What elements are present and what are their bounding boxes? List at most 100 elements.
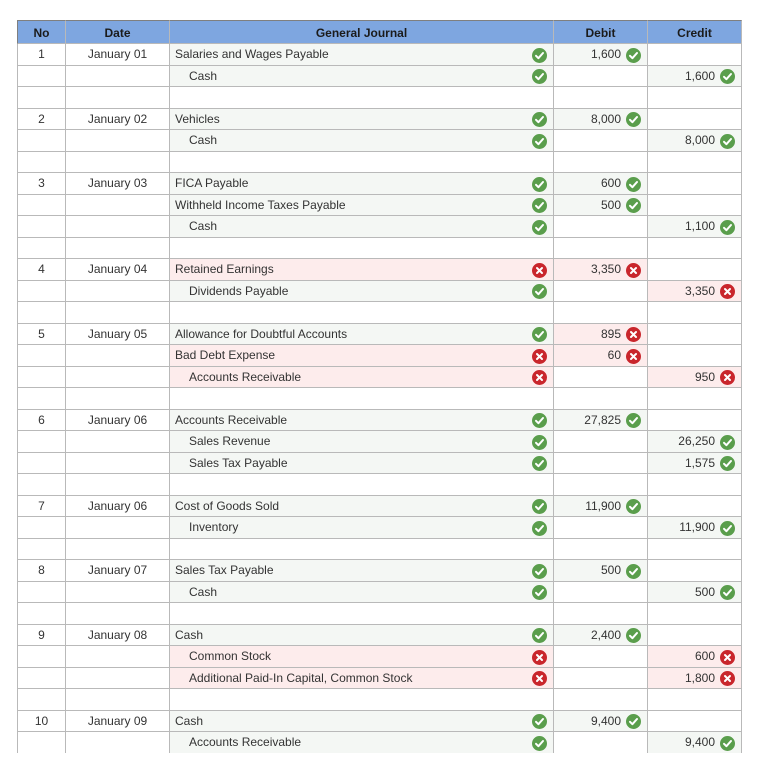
debit-input[interactable] (554, 452, 648, 474)
debit-input[interactable] (554, 216, 648, 238)
account-select[interactable]: Cost of Goods Sold (170, 495, 554, 517)
check-icon (532, 219, 547, 235)
account-select[interactable]: Sales Revenue (170, 431, 554, 453)
account-select[interactable]: Accounts Receivable (170, 366, 554, 388)
credit-input[interactable] (648, 108, 742, 130)
account-select[interactable]: Accounts Receivable (170, 409, 554, 431)
blank-cell (17, 87, 66, 109)
blank-credit-cell[interactable] (648, 151, 742, 173)
account-select[interactable]: Accounts Receivable (170, 732, 554, 753)
entry-date: January 09 (66, 710, 170, 732)
check-icon (532, 47, 547, 63)
blank-credit-cell[interactable] (648, 538, 742, 560)
blank-account-cell[interactable] (170, 388, 554, 410)
blank-credit-cell[interactable] (648, 689, 742, 711)
account-select[interactable]: Sales Tax Payable (170, 560, 554, 582)
account-select[interactable]: Cash (170, 130, 554, 152)
credit-input[interactable] (648, 409, 742, 431)
check-icon (532, 112, 547, 127)
account-select[interactable]: Vehicles (170, 108, 554, 130)
blank-credit-cell[interactable] (648, 237, 742, 259)
check-icon (532, 714, 547, 729)
blank-account-cell[interactable] (170, 87, 554, 109)
blank-account-cell[interactable] (170, 237, 554, 259)
debit-input[interactable] (554, 732, 648, 753)
blank-credit-cell[interactable] (648, 388, 742, 410)
account-select[interactable]: Salaries and Wages Payable (170, 44, 554, 66)
blank-account-cell[interactable] (170, 474, 554, 496)
blank-account-cell[interactable] (170, 538, 554, 560)
account-select[interactable]: Sales Tax Payable (170, 452, 554, 474)
blank-account-cell[interactable] (170, 302, 554, 324)
blank-debit-cell[interactable] (554, 237, 648, 259)
blank-debit-cell[interactable] (554, 388, 648, 410)
credit-input[interactable] (648, 345, 742, 367)
blank-cell (17, 474, 66, 496)
credit-input[interactable] (648, 495, 742, 517)
credit-input[interactable] (648, 710, 742, 732)
credit-input[interactable] (648, 44, 742, 66)
blank-cell (17, 388, 66, 410)
debit-input[interactable] (554, 130, 648, 152)
entry-date: January 01 (66, 44, 170, 66)
account-select[interactable]: Bad Debt Expense (170, 345, 554, 367)
blank-credit-cell[interactable] (648, 474, 742, 496)
credit-input[interactable] (648, 560, 742, 582)
blank-debit-cell[interactable] (554, 538, 648, 560)
blank-debit-cell[interactable] (554, 474, 648, 496)
blank-account-cell[interactable] (170, 689, 554, 711)
credit-input[interactable] (648, 624, 742, 646)
entry-number (17, 452, 66, 474)
account-select[interactable]: Cash (170, 216, 554, 238)
column-header-date: Date (66, 20, 170, 44)
blank-cell (17, 151, 66, 173)
blank-credit-cell[interactable] (648, 302, 742, 324)
debit-input[interactable] (554, 667, 648, 689)
x-icon (532, 370, 547, 385)
account-select[interactable]: Common Stock (170, 646, 554, 668)
account-select[interactable]: Inventory (170, 517, 554, 539)
check-icon (626, 714, 641, 729)
account-select[interactable]: Cash (170, 710, 554, 732)
debit-input[interactable] (554, 581, 648, 603)
credit-input[interactable] (648, 173, 742, 195)
entry-date: January 07 (66, 560, 170, 582)
debit-input[interactable] (554, 646, 648, 668)
debit-input[interactable] (554, 280, 648, 302)
account-select[interactable]: Withheld Income Taxes Payable (170, 194, 554, 216)
account-select[interactable]: Retained Earnings (170, 259, 554, 281)
entry-number (17, 345, 66, 367)
debit-input[interactable] (554, 517, 648, 539)
check-icon (626, 112, 641, 127)
account-select[interactable]: Cash (170, 581, 554, 603)
blank-debit-cell[interactable] (554, 603, 648, 625)
blank-debit-cell[interactable] (554, 87, 648, 109)
credit-input[interactable] (648, 194, 742, 216)
account-select[interactable]: Dividends Payable (170, 280, 554, 302)
x-icon (720, 649, 735, 665)
blank-account-cell[interactable] (170, 603, 554, 625)
account-select[interactable]: Additional Paid-In Capital, Common Stock (170, 667, 554, 689)
check-icon (532, 198, 547, 213)
check-icon (532, 628, 547, 643)
blank-debit-cell[interactable] (554, 151, 648, 173)
blank-account-cell[interactable] (170, 151, 554, 173)
entry-date (66, 517, 170, 539)
credit-input[interactable] (648, 259, 742, 281)
debit-input[interactable] (554, 366, 648, 388)
blank-debit-cell[interactable] (554, 302, 648, 324)
debit-input[interactable] (554, 431, 648, 453)
x-icon (626, 327, 641, 342)
account-select[interactable]: Allowance for Doubtful Accounts (170, 323, 554, 345)
blank-debit-cell[interactable] (554, 689, 648, 711)
account-select[interactable]: Cash (170, 624, 554, 646)
blank-credit-cell[interactable] (648, 87, 742, 109)
credit-input[interactable] (648, 323, 742, 345)
entry-date (66, 581, 170, 603)
entry-number (17, 194, 66, 216)
account-select[interactable]: Cash (170, 65, 554, 87)
check-icon (720, 434, 735, 450)
account-select[interactable]: FICA Payable (170, 173, 554, 195)
debit-input[interactable] (554, 65, 648, 87)
blank-credit-cell[interactable] (648, 603, 742, 625)
